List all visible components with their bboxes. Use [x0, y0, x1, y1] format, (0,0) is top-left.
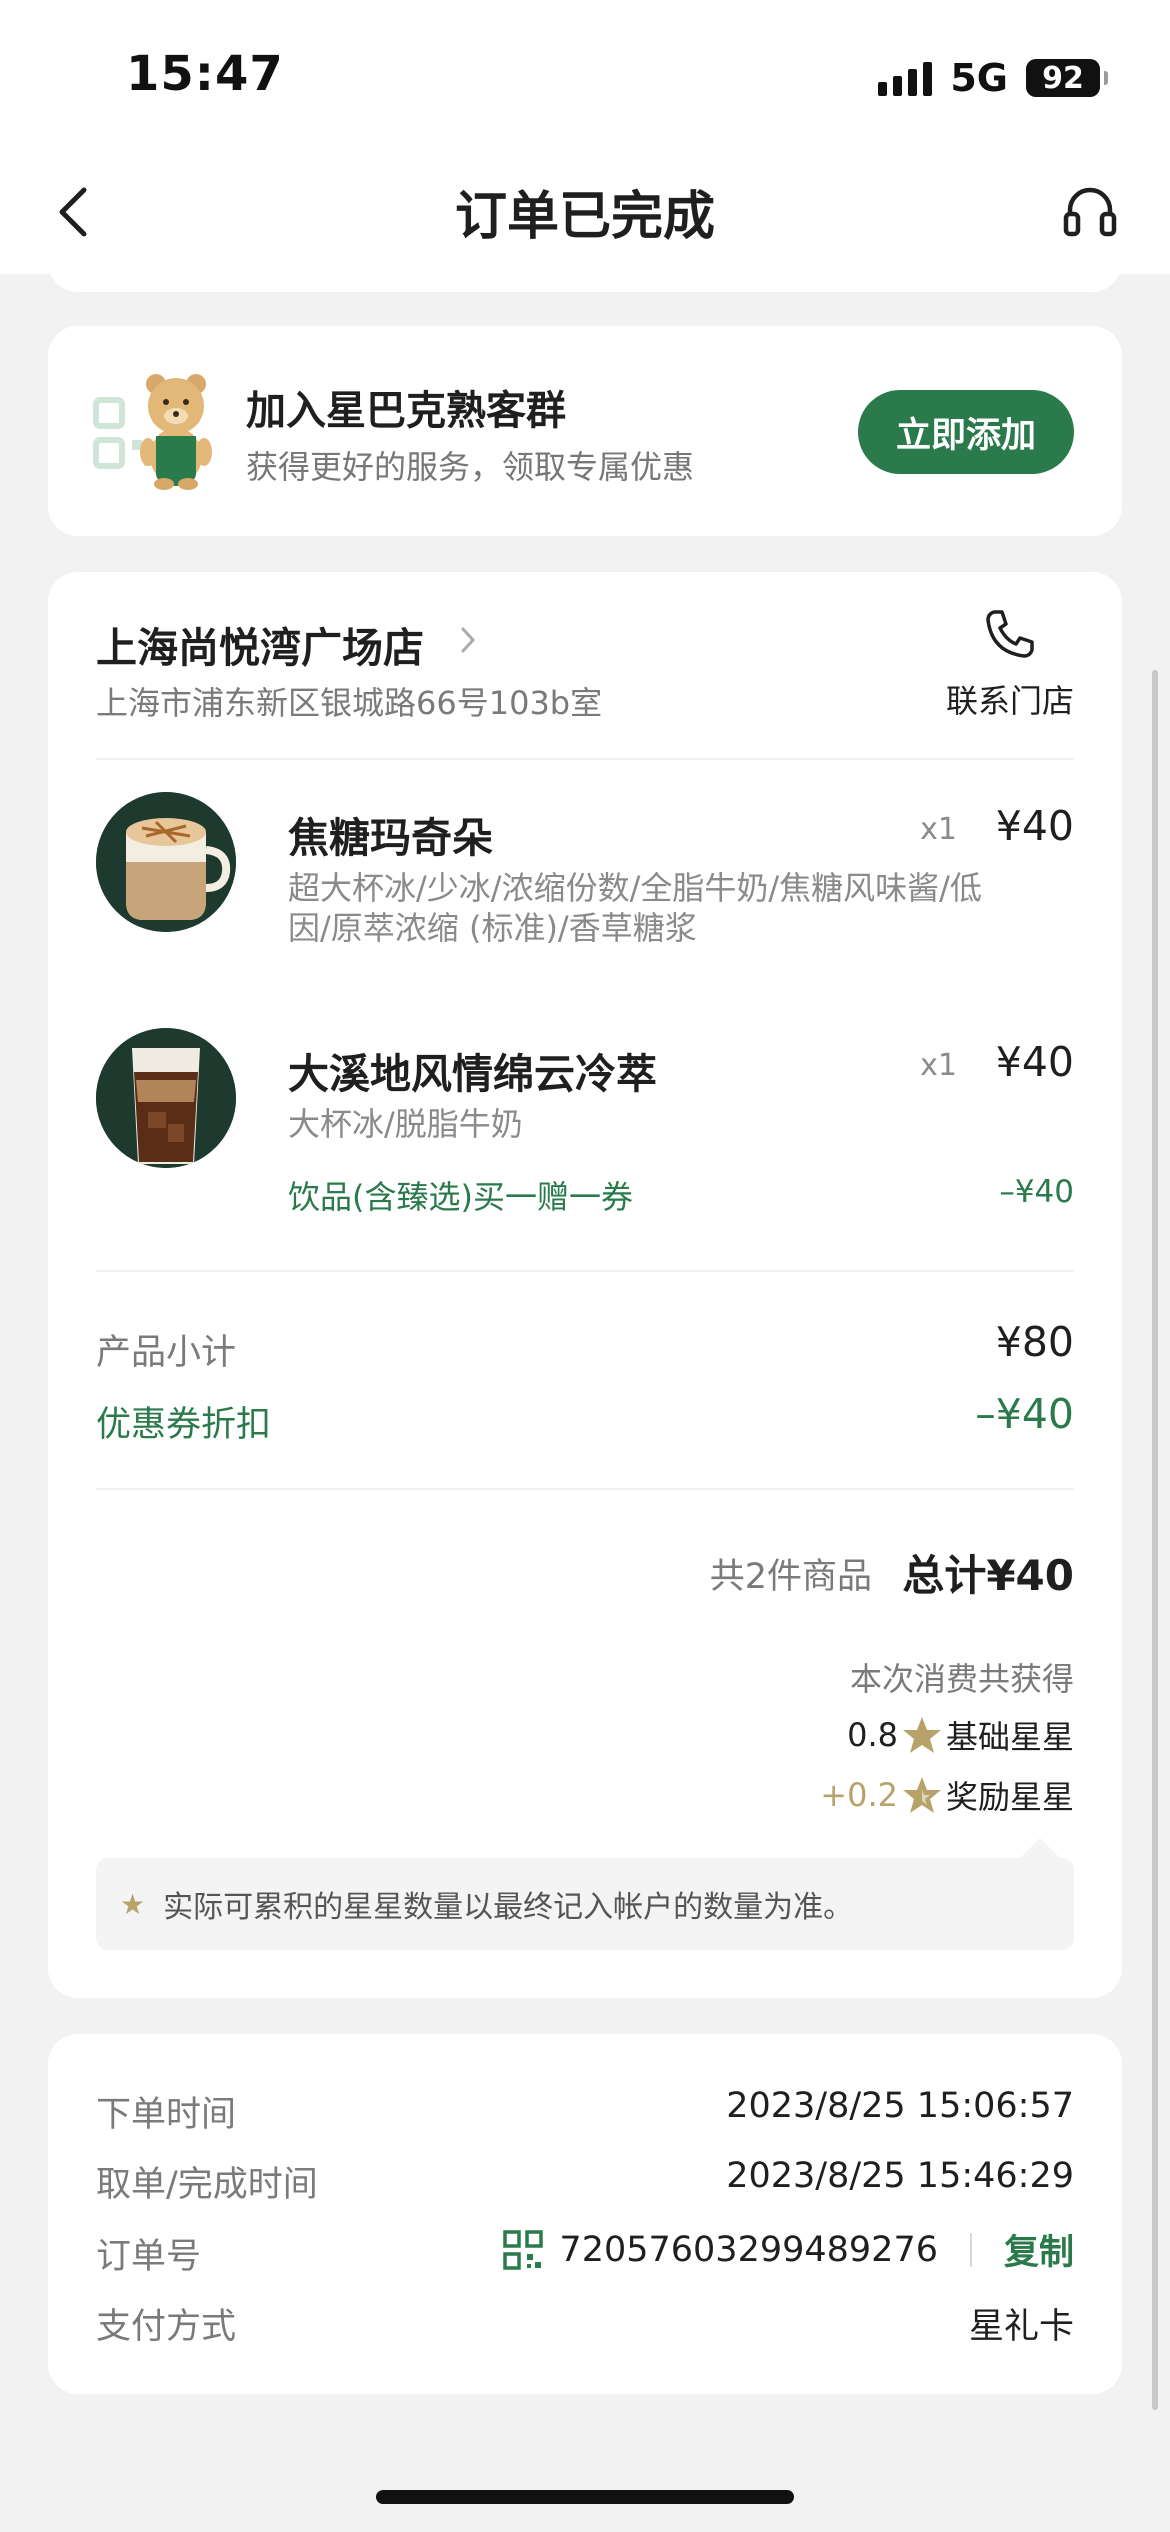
caramel-macchiato-image [96, 792, 236, 932]
page-title: 订单已完成 [454, 187, 715, 247]
battery-level: 92 [1042, 60, 1084, 96]
product-name: 焦糖玛奇朵 [288, 814, 493, 862]
status-bar: 15:47 5G 92 [0, 0, 1170, 150]
qr-code-icon[interactable] [503, 2229, 544, 2270]
store-address: 上海市浦东新区银城路66号103b室 [96, 684, 603, 722]
divider [96, 1270, 1074, 1272]
bonus-stars-label: 奖励星星 [945, 1778, 1074, 1816]
order-info-card: 下单时间 2023/8/25 15:06:57 取单/完成时间 2023/8/2… [48, 2034, 1122, 2394]
headset-icon[interactable] [1060, 180, 1120, 240]
order-number-label: 订单号 [96, 2237, 202, 2277]
network-type: 5G [950, 56, 1008, 100]
bonus-stars-row: +0.2 奖励星星 [820, 1772, 1074, 1818]
base-stars-value: 0.8 [847, 1716, 898, 1754]
order-number-row: 72057603299489276 复制 [503, 2224, 1074, 2275]
product-name: 大溪地风情绵云冷萃 [288, 1050, 657, 1098]
separator [969, 2232, 972, 2267]
product-qty: x1 [920, 1048, 957, 1083]
star-icon [902, 1717, 941, 1753]
join-title: 加入星巴克熟客群 [246, 388, 566, 434]
product-spec-line: 因/原萃浓缩 (标准)/香草糖浆 [288, 909, 697, 947]
base-stars-label: 基础星星 [945, 1718, 1074, 1756]
product-price: ¥40 [995, 1038, 1074, 1086]
subtotal-value: ¥80 [995, 1318, 1074, 1366]
product-image-cold-brew [96, 1028, 236, 1168]
add-now-button[interactable]: 立即添加 [858, 390, 1074, 474]
stars-earned-title: 本次消费共获得 [849, 1660, 1074, 1698]
status-time: 15:47 [126, 46, 284, 102]
stars-note: ★ 实际可累积的星星数量以最终记入帐户的数量为准。 [96, 1858, 1074, 1950]
home-indicator[interactable] [376, 2490, 794, 2504]
product-qty: x1 [920, 812, 957, 847]
phone-icon[interactable] [984, 608, 1034, 658]
coupon-discount-value: –¥40 [975, 1390, 1074, 1438]
item-count: 共2件商品 [709, 1557, 872, 1597]
join-subtitle: 获得更好的服务，领取专属优惠 [246, 448, 695, 486]
product-spec: 超大杯冰/少冰/浓缩份数/全脂牛奶/焦糖风味酱/低 因/原萃浓缩 (标准)/香草… [288, 868, 1088, 948]
base-stars-row: 0.8 基础星星 [847, 1712, 1074, 1758]
product-image-caramel-macchiato [96, 792, 236, 932]
divider [96, 1488, 1074, 1490]
payment-method-value: 星礼卡 [968, 2307, 1074, 2347]
store-name[interactable]: 上海尚悦湾广场店 [96, 614, 424, 674]
status-indicators: 5G 92 [878, 56, 1108, 100]
copy-button[interactable]: 复制 [1004, 2224, 1074, 2275]
previous-card [48, 240, 1122, 292]
coupon-discount-label: 优惠券折扣 [96, 1405, 272, 1445]
star-icon [902, 1777, 941, 1813]
battery-icon: 92 [1026, 59, 1108, 97]
signal-icon [878, 60, 933, 96]
order-time-label: 下单时间 [96, 2095, 237, 2135]
note-pointer [1018, 1838, 1062, 1860]
scrollbar[interactable] [1152, 670, 1158, 2410]
coupon-label: 饮品(含臻选)买一赠一券 [288, 1178, 633, 1216]
payment-method-label: 支付方式 [96, 2307, 237, 2347]
bear-mascot [140, 374, 212, 490]
product-spec: 大杯冰/脱脂牛奶 [288, 1105, 523, 1143]
bonus-stars-value: +0.2 [820, 1776, 898, 1814]
product-price: ¥40 [995, 802, 1074, 850]
contact-store-button[interactable]: 联系门店 [946, 676, 1074, 722]
chevron-right-icon[interactable] [458, 624, 478, 656]
order-number: 72057603299489276 [559, 2229, 938, 2270]
subtotal-label: 产品小计 [96, 1333, 237, 1373]
finish-time-value: 2023/8/25 15:46:29 [726, 2156, 1074, 2196]
divider [96, 758, 1074, 760]
cold-brew-image [96, 1028, 236, 1168]
order-time-value: 2023/8/25 15:06:57 [726, 2086, 1074, 2126]
order-total: 总计¥40 [902, 1551, 1074, 1600]
small-star-icon: ★ [120, 1887, 146, 1921]
coupon-discount: –¥40 [999, 1174, 1074, 1210]
join-group-card: 加入星巴克熟客群 获得更好的服务，领取专属优惠 立即添加 [48, 326, 1122, 536]
product-spec-line: 超大杯冰/少冰/浓缩份数/全脂牛奶/焦糖风味酱/低 [288, 869, 982, 907]
finish-time-label: 取单/完成时间 [96, 2165, 318, 2205]
stars-note-text: 实际可累积的星星数量以最终记入帐户的数量为准。 [163, 1890, 854, 1925]
order-card: 上海尚悦湾广场店 上海市浦东新区银城路66号103b室 联系门店 焦糖玛奇朵 x… [48, 572, 1122, 1998]
